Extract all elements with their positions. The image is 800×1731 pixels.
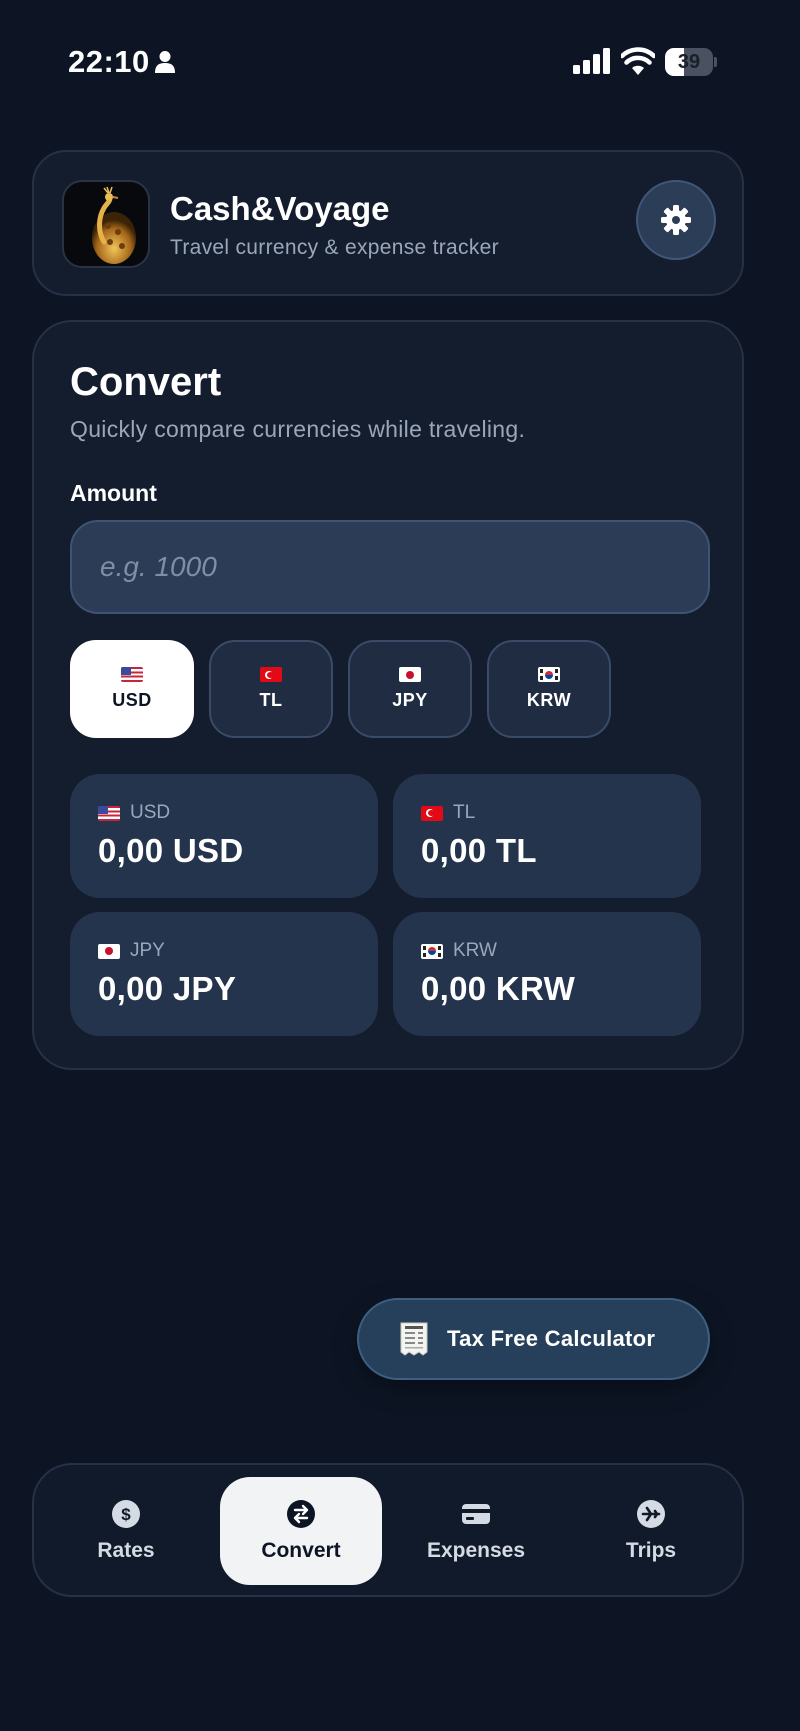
convert-card: Convert Quickly compare currencies while… xyxy=(32,320,744,1070)
chip-label: KRW xyxy=(526,690,572,710)
nav-item-trips[interactable]: Trips xyxy=(570,1477,732,1585)
nav-label: Expenses xyxy=(426,1539,526,1562)
chip-label: TL xyxy=(259,690,283,710)
tile-value: 0,00 TL xyxy=(421,832,537,869)
nav-item-convert[interactable]: Convert xyxy=(220,1477,382,1585)
nav-item-expenses[interactable]: Expenses xyxy=(395,1477,557,1585)
result-tile-krw: KRW 0,00 KRW xyxy=(393,912,701,1036)
tile-currency-label: KRW xyxy=(453,940,497,961)
kr-flag-icon xyxy=(421,943,443,959)
tile-currency-label: USD xyxy=(130,802,171,823)
app-header: Cash&Voyage Travel currency & expense tr… xyxy=(32,150,744,296)
us-flag-icon xyxy=(121,667,143,682)
tile-value: 0,00 USD xyxy=(98,832,244,869)
settings-button[interactable] xyxy=(636,180,716,260)
us-flag-icon xyxy=(98,805,120,821)
nav-item-rates[interactable]: $ Rates xyxy=(45,1477,207,1585)
card-icon xyxy=(462,1504,490,1524)
nav-label: Trips xyxy=(625,1539,677,1562)
chip-label: JPY xyxy=(392,690,428,710)
nav-label: Rates xyxy=(97,1539,155,1562)
page-title: Convert xyxy=(70,360,222,404)
page-subtitle: Quickly compare currencies while traveli… xyxy=(70,416,526,442)
wifi-icon xyxy=(621,47,655,75)
plane-icon xyxy=(637,1500,665,1528)
dollar-icon: $ xyxy=(112,1500,140,1528)
tr-flag-icon xyxy=(421,805,443,821)
status-time: 22:10 xyxy=(68,44,150,79)
person-icon xyxy=(155,51,175,73)
tile-currency-label: TL xyxy=(453,802,476,823)
svg-text:$: $ xyxy=(121,1505,131,1524)
gear-icon xyxy=(661,205,691,235)
battery-level: 39 xyxy=(677,51,701,73)
result-tile-usd: USD 0,00 USD xyxy=(70,774,378,898)
chip-usd[interactable]: USD xyxy=(70,640,194,738)
tax-free-label: Tax Free Calculator xyxy=(447,1326,656,1351)
result-tile-tl: TL 0,00 TL xyxy=(393,774,701,898)
tax-free-calculator-button[interactable]: Tax Free Calculator xyxy=(357,1298,710,1380)
app-tagline: Travel currency & expense tracker xyxy=(170,236,499,259)
exchange-icon xyxy=(287,1500,315,1528)
chip-krw[interactable]: KRW xyxy=(487,640,611,738)
chip-tl[interactable]: TL xyxy=(209,640,333,738)
tile-value: 0,00 KRW xyxy=(421,970,576,1007)
nav-label: Convert xyxy=(261,1539,341,1562)
receipt-icon xyxy=(400,1322,428,1356)
chip-label: USD xyxy=(112,690,152,710)
tile-currency-label: JPY xyxy=(130,940,165,961)
battery-icon: 39 xyxy=(665,48,717,76)
tile-value: 0,00 JPY xyxy=(98,970,237,1007)
chip-jpy[interactable]: JPY xyxy=(348,640,472,738)
signal-icon xyxy=(573,48,610,74)
result-tile-jpy: JPY 0,00 JPY xyxy=(70,912,378,1036)
bottom-nav: $ Rates Convert Expenses Trips xyxy=(32,1463,744,1597)
amount-input[interactable] xyxy=(70,520,710,614)
tr-flag-icon xyxy=(260,667,282,682)
peacock-logo xyxy=(62,180,150,268)
status-bar: 22:10 39 xyxy=(0,0,800,120)
amount-label: Amount xyxy=(70,480,157,506)
kr-flag-icon xyxy=(538,667,560,682)
jp-flag-icon xyxy=(399,667,421,682)
app-title: Cash&Voyage xyxy=(170,190,390,227)
jp-flag-icon xyxy=(98,943,120,959)
